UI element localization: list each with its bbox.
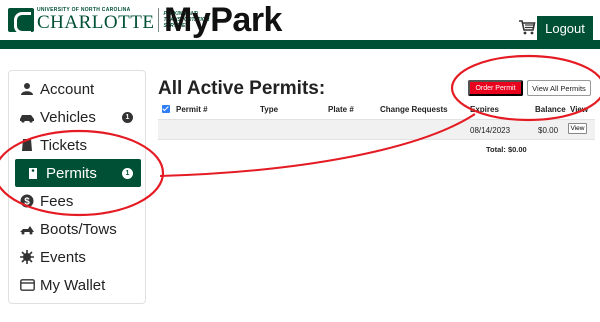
column-header-change-requests[interactable]: Change Requests <box>380 105 448 114</box>
sidebar-item-events[interactable]: Events <box>9 243 145 271</box>
permits-total: Total: $0.00 <box>486 145 527 154</box>
ticket-icon <box>19 137 35 153</box>
sidebar-nav: Account Vehicles 1 Tickets Permits 1 $ F… <box>8 70 146 304</box>
column-header-balance[interactable]: Balance <box>535 105 566 114</box>
sidebar-item-label: Boots/Tows <box>40 220 117 238</box>
sidebar-item-vehicles[interactable]: Vehicles 1 <box>9 103 145 131</box>
column-header-type[interactable]: Type <box>260 105 278 114</box>
table-row[interactable]: 08/14/2023 $0.00 <box>158 119 595 140</box>
sidebar-item-label: Fees <box>40 192 74 210</box>
header: UNIVERSITY OF NORTH CAROLINA CHARLOTTE P… <box>0 0 600 40</box>
view-permit-button[interactable]: View <box>568 123 587 134</box>
logo-divider <box>158 8 160 32</box>
column-header-plate[interactable]: Plate # <box>328 105 354 114</box>
car-icon <box>19 109 35 125</box>
svg-text:$: $ <box>24 197 30 208</box>
sidebar-item-label: Account <box>40 80 95 98</box>
sidebar-item-tickets[interactable]: Tickets <box>9 131 145 159</box>
logo-charlotte-text: CHARLOTTE <box>37 12 155 33</box>
app-title: MyPark <box>164 1 282 39</box>
cell-expires: 08/14/2023 <box>470 126 511 135</box>
sidebar-item-label: Vehicles <box>40 108 96 126</box>
logout-button[interactable]: Logout <box>537 16 593 40</box>
shopping-cart-icon[interactable] <box>518 18 536 36</box>
sidebar-item-fees[interactable]: $ Fees <box>9 187 145 215</box>
vehicles-count-badge: 1 <box>122 112 133 123</box>
sidebar-item-label: Permits <box>46 164 97 182</box>
sidebar-item-label: My Wallet <box>40 276 106 294</box>
page-title: All Active Permits: <box>158 78 326 99</box>
user-icon <box>19 81 35 97</box>
tow-truck-icon <box>19 221 35 237</box>
permit-tag-icon <box>25 165 41 181</box>
column-header-view[interactable]: View <box>570 105 588 114</box>
sidebar-item-label: Tickets <box>40 136 87 154</box>
column-header-expires[interactable]: Expires <box>470 105 499 114</box>
events-icon <box>19 249 35 265</box>
view-all-permits-button[interactable]: View All Permits <box>527 80 591 96</box>
sidebar-item-boots-tows[interactable]: Boots/Tows <box>9 215 145 243</box>
order-permit-button[interactable]: Order Permit <box>468 80 523 96</box>
sidebar-item-my-wallet[interactable]: My Wallet <box>9 271 145 299</box>
column-header-permit[interactable]: Permit # <box>176 105 208 114</box>
sidebar-item-label: Events <box>40 248 86 266</box>
cell-balance: $0.00 <box>538 126 559 135</box>
header-divider-bar <box>0 40 600 49</box>
sidebar-item-account[interactable]: Account <box>9 75 145 103</box>
select-all-checkbox[interactable] <box>162 105 170 113</box>
sidebar-item-permits[interactable]: Permits 1 <box>15 159 141 187</box>
permits-count-badge: 1 <box>122 168 133 179</box>
logo-mark-icon <box>8 8 34 34</box>
dollar-icon: $ <box>19 193 35 209</box>
wallet-icon <box>19 277 35 293</box>
permits-table-header: Permit # Type Plate # Change Requests Ex… <box>158 102 595 116</box>
